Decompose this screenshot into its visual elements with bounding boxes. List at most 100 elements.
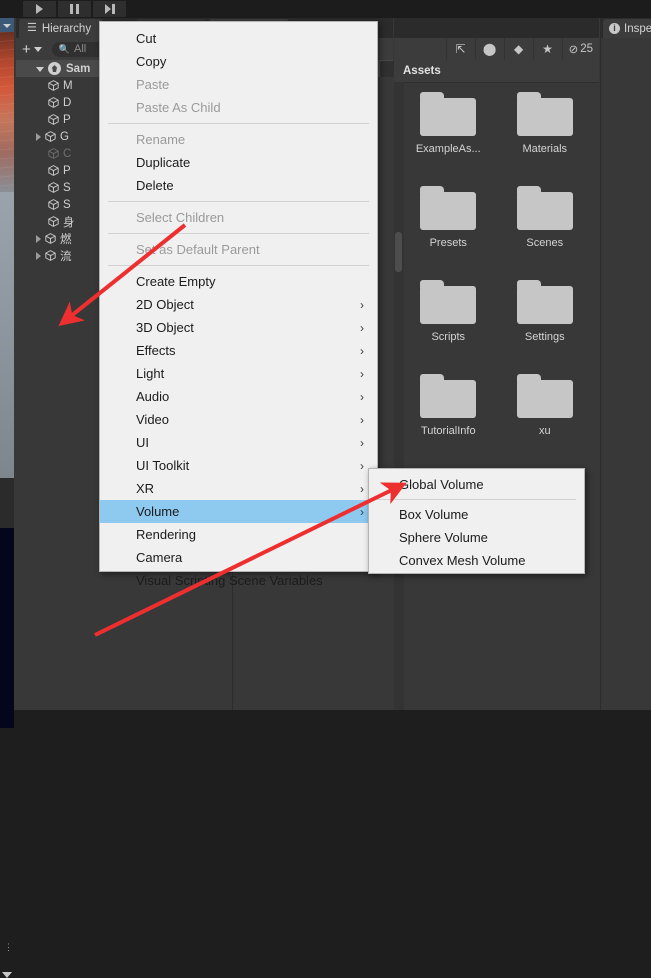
context-menu-item[interactable]: 2D Object › <box>100 293 377 316</box>
kebab-menu-icon-sliver[interactable]: ⋮ <box>4 943 13 952</box>
asset-item[interactable]: Presets <box>402 178 494 272</box>
volume-submenu-item[interactable]: Box Volume <box>369 503 584 526</box>
context-menu-item-label: XR <box>136 481 155 496</box>
scene-view-sliver[interactable]: ⋮ <box>0 18 14 978</box>
context-menu-item[interactable]: Duplicate <box>100 151 377 174</box>
asset-label: xu <box>538 425 551 437</box>
context-menu-item[interactable]: Effects › <box>100 339 377 362</box>
play-icon <box>36 4 43 14</box>
asset-label: Scenes <box>526 237 564 249</box>
project-toolbar: ⇱ ⬤ ◆ ★ ⊘ 25 <box>380 38 599 77</box>
hidden-objects-count: 25 <box>580 43 593 55</box>
foldout-open-icon[interactable] <box>36 67 44 72</box>
hierarchy-context-menu[interactable]: Cut Copy Paste Paste As Child Rename Duplicat… <box>99 21 378 588</box>
chevron-down-icon-sliver[interactable] <box>2 972 12 978</box>
foldout-closed-icon[interactable] <box>36 251 41 260</box>
context-menu-item[interactable]: Rendering <box>100 523 377 546</box>
hierarchy-row-label: G <box>60 130 69 143</box>
star-icon[interactable]: ★ <box>532 38 562 60</box>
asset-item[interactable]: ExampleAs... <box>402 84 494 178</box>
search-icon: 🔍 <box>58 43 70 54</box>
label-filter-icon[interactable]: ◆ <box>503 38 533 60</box>
context-menu-item: Paste As Child <box>100 96 377 119</box>
volume-submenu-item[interactable]: Convex Mesh Volume <box>369 549 584 572</box>
context-menu-item-label: Create Empty <box>136 274 216 289</box>
chevron-right-icon: › <box>360 343 364 358</box>
context-menu-item-label: 3D Object <box>136 320 194 335</box>
hidden-objects-icon: ⊘ <box>568 44 579 56</box>
gameobject-cube-icon <box>48 182 59 193</box>
chevron-down-icon <box>33 46 42 52</box>
inspector-tabbar: i Inspe <box>600 18 651 38</box>
context-menu-item-label: Rendering <box>136 527 196 542</box>
context-menu-item[interactable]: Create Empty <box>100 270 377 293</box>
context-menu-item[interactable]: Light › <box>100 362 377 385</box>
scene-sky <box>0 32 14 192</box>
editor-toolbar <box>0 0 651 18</box>
foldout-closed-icon[interactable] <box>36 234 41 243</box>
tab-hierarchy-label: Hierarchy <box>41 22 92 35</box>
hierarchy-row-label: 燃 <box>60 233 72 246</box>
step-button[interactable] <box>93 1 126 17</box>
context-menu-item[interactable]: Visual Scripting Scene Variables <box>100 569 377 592</box>
chevron-right-icon: › <box>360 481 364 496</box>
open-in-new-icon[interactable]: ⇱ <box>445 38 475 60</box>
context-menu-item[interactable]: 3D Object › <box>100 316 377 339</box>
context-menu-item-label: Rename <box>136 132 186 147</box>
hierarchy-row-label: S <box>63 181 71 194</box>
add-gameobject-button[interactable]: + <box>22 41 42 58</box>
object-filter-icon[interactable]: ⬤ <box>474 38 504 60</box>
context-menu-item[interactable]: Cut <box>100 27 377 50</box>
folder-icon <box>420 280 477 324</box>
context-menu-item[interactable]: Video › <box>100 408 377 431</box>
context-menu-item[interactable]: UI Toolkit › <box>100 454 377 477</box>
volume-submenu-item[interactable]: Global Volume <box>369 473 584 496</box>
chevron-right-icon: › <box>360 297 364 312</box>
context-menu-item[interactable]: UI › <box>100 431 377 454</box>
context-menu-item[interactable]: Copy <box>100 50 377 73</box>
chevron-right-icon: › <box>360 435 364 450</box>
pause-icon <box>70 4 79 14</box>
menu-separator <box>108 233 369 234</box>
asset-label: ExampleAs... <box>415 143 481 155</box>
scene-tab-sliver[interactable] <box>0 18 14 32</box>
foldout-closed-icon[interactable] <box>36 132 41 141</box>
hidden-objects-toggle[interactable]: ⊘ 25 <box>561 38 599 60</box>
play-button[interactable] <box>23 1 56 17</box>
asset-item[interactable]: Scripts <box>402 272 494 366</box>
hierarchy-row-label: 身 <box>63 216 75 229</box>
volume-submenu-item[interactable]: Sphere Volume <box>369 526 584 549</box>
gameobject-cube-icon <box>48 199 59 210</box>
assets-header-label: Assets <box>403 65 441 77</box>
asset-item[interactable]: Settings <box>499 272 591 366</box>
gameobject-cube-icon <box>48 114 59 125</box>
pause-button[interactable] <box>58 1 91 17</box>
assets-grid[interactable]: ExampleAs... Materials Presets Scenes Script… <box>400 84 593 710</box>
chevron-right-icon: › <box>360 389 364 404</box>
inspector-body <box>600 38 651 710</box>
asset-item[interactable]: Materials <box>499 84 591 178</box>
asset-item[interactable]: TutorialInfo <box>402 366 494 460</box>
gameobject-cube-icon <box>45 250 56 261</box>
asset-label: Scripts <box>431 331 466 343</box>
assets-header: Assets <box>394 60 599 83</box>
context-menu-item[interactable]: XR › <box>100 477 377 500</box>
tab-hierarchy[interactable]: ☰ Hierarchy <box>19 19 104 38</box>
context-menu-item[interactable]: Volume › <box>100 500 377 523</box>
asset-item[interactable]: Scenes <box>499 178 591 272</box>
folder-icon <box>516 186 573 230</box>
context-menu-item[interactable]: Audio › <box>100 385 377 408</box>
tab-inspector[interactable]: i Inspe <box>603 19 651 38</box>
context-menu-item[interactable]: Camera <box>100 546 377 569</box>
gameobject-cube-icon <box>48 97 59 108</box>
folder-icon <box>516 280 573 324</box>
gameobject-cube-icon <box>48 165 59 176</box>
folder-icon <box>516 374 573 418</box>
context-menu-item[interactable]: Delete <box>100 174 377 197</box>
gameobject-cube-icon <box>48 80 59 91</box>
volume-submenu[interactable]: Global Volume Box Volume Sphere Volume Conv… <box>368 468 585 574</box>
asset-item[interactable]: xu <box>499 366 591 460</box>
volume-submenu-item-label: Sphere Volume <box>399 530 488 545</box>
chevron-right-icon: › <box>360 504 364 519</box>
chevron-right-icon: › <box>360 366 364 381</box>
